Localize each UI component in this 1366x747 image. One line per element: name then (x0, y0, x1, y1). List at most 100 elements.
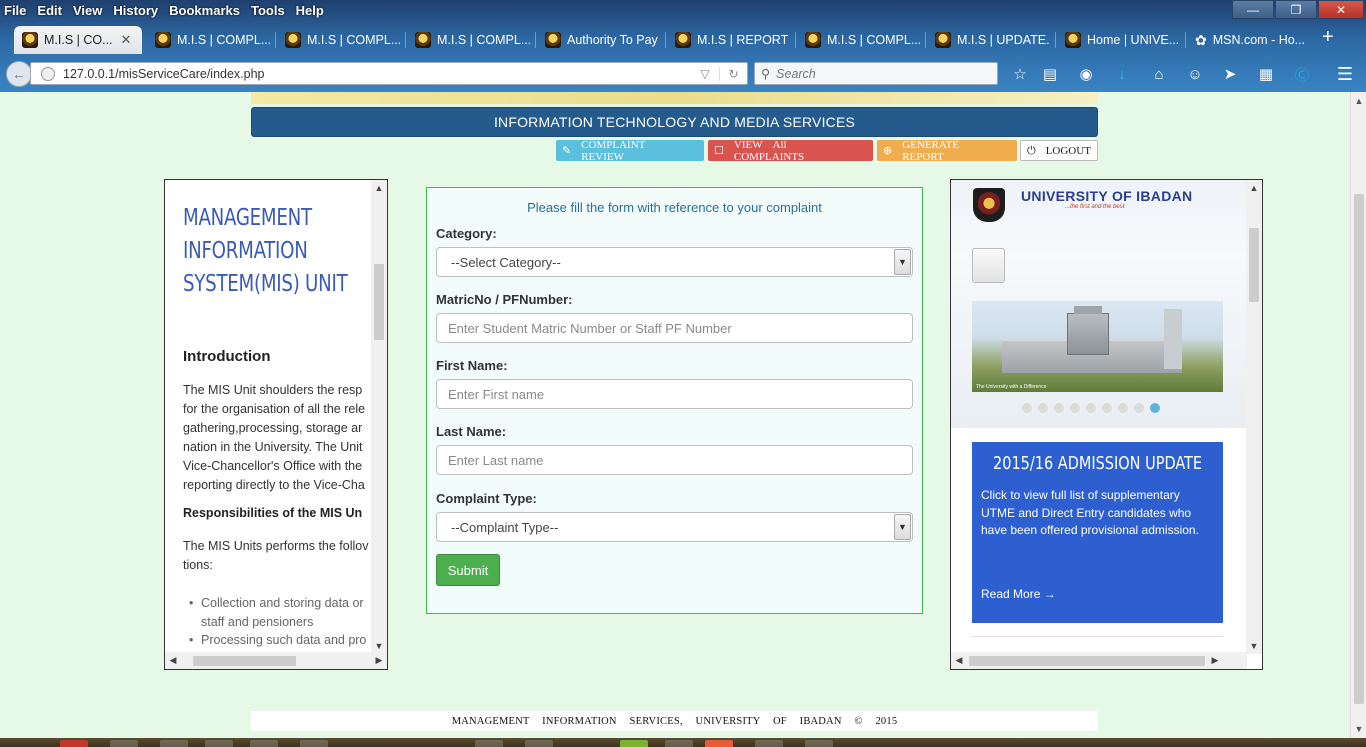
taskbar-app-icon[interactable] (475, 740, 503, 747)
tab-authority-to-pay[interactable]: Authority To Pay (545, 26, 660, 54)
windows-grid-icon[interactable]: ▦ (1255, 63, 1277, 85)
scroll-left-icon[interactable]: ◀ (165, 652, 181, 668)
tab-mis-update[interactable]: M.I.S | UPDATE... (935, 26, 1050, 54)
logout-button[interactable]: ⏻ LOGOUT (1020, 140, 1098, 161)
scroll-down-icon[interactable]: ▼ (1351, 724, 1366, 734)
last-name-input[interactable] (448, 452, 912, 468)
download-icon[interactable]: ↓ (1111, 63, 1133, 85)
home-icon[interactable]: ⌂ (1148, 63, 1170, 85)
minimize-icon[interactable]: — (1232, 0, 1274, 19)
university-news-panel[interactable]: UNIVERSITY OF IBADAN ...the first and th… (950, 179, 1263, 670)
scroll-up-icon[interactable]: ▲ (1246, 180, 1262, 196)
scroll-thumb[interactable] (1354, 194, 1364, 704)
history-dropdown-icon[interactable]: ▽ (691, 67, 719, 81)
tab-mis-complaint[interactable]: M.I.S | COMPL... (415, 26, 530, 54)
admission-update-card[interactable]: 2015/16 ADMISSION UPDATE Click to view f… (972, 442, 1223, 623)
menu-help[interactable]: Help (296, 3, 324, 18)
scroll-thumb[interactable] (193, 656, 296, 666)
scroll-down-icon[interactable]: ▼ (1246, 638, 1262, 654)
slide-dot[interactable] (1070, 403, 1080, 413)
slide-dot[interactable] (1134, 403, 1144, 413)
tab-msn[interactable]: ✿ MSN.com - Ho... (1195, 26, 1310, 54)
first-name-input[interactable] (448, 386, 912, 402)
send-icon[interactable]: ➤ (1219, 63, 1241, 85)
chevron-down-icon[interactable]: ▼ (894, 249, 911, 275)
matric-input[interactable] (448, 320, 912, 336)
reading-list-icon[interactable]: ▤ (1039, 63, 1061, 85)
menu-edit[interactable]: Edit (37, 3, 62, 18)
hamburger-menu-icon[interactable]: ☰ (1334, 63, 1356, 85)
taskbar-app-icon[interactable] (300, 740, 328, 747)
complaint-type-select[interactable]: --Complaint Type-- ▼ (436, 512, 913, 542)
read-more-link[interactable]: Read More → (981, 587, 1056, 601)
bookmark-star-icon[interactable]: ☆ (1009, 63, 1031, 85)
slide-dot[interactable] (1118, 403, 1128, 413)
skype-icon[interactable]: Ⓒ (1291, 63, 1313, 85)
window-close-icon[interactable]: ✕ (1318, 0, 1364, 19)
search-bar[interactable]: ⚲ (754, 62, 998, 85)
url-text[interactable]: 127.0.0.1/misServiceCare/index.php (63, 67, 691, 81)
menu-tools[interactable]: Tools (251, 3, 285, 18)
scroll-right-icon[interactable]: ▶ (371, 652, 387, 668)
category-select[interactable]: --Select Category-- ▼ (436, 247, 913, 277)
last-name-field-box[interactable] (436, 445, 913, 475)
slide-dot[interactable] (1038, 403, 1048, 413)
taskbar-app-icon[interactable] (620, 740, 648, 747)
horizontal-scrollbar[interactable]: ◀ ▶ (951, 652, 1247, 669)
url-bar[interactable]: 127.0.0.1/misServiceCare/index.php ▽ ↻ (30, 62, 748, 85)
generate-report-button[interactable]: ⊕ GENERATE REPORT (877, 139, 1017, 163)
tab-mis-report[interactable]: M.I.S | REPORT ... (675, 26, 790, 54)
horizontal-scrollbar[interactable]: ◀ ▶ (165, 652, 387, 669)
scroll-thumb[interactable] (969, 656, 1205, 666)
taskbar-app-icon[interactable] (205, 740, 233, 747)
smiley-icon[interactable]: ☺ (1184, 63, 1206, 85)
slide-dot[interactable] (1102, 403, 1112, 413)
taskbar-app-icon[interactable] (110, 740, 138, 747)
tab-mis-complaint[interactable]: M.I.S | COMPL... (285, 26, 400, 54)
mis-info-panel[interactable]: MANAGEMENT INFORMATION SYSTEM(MIS) UNIT … (164, 179, 388, 670)
menu-view[interactable]: View (73, 3, 102, 18)
taskbar-app-icon[interactable] (250, 740, 278, 747)
scroll-left-icon[interactable]: ◀ (951, 652, 967, 668)
search-input[interactable] (776, 66, 977, 81)
new-tab-icon[interactable]: + (1322, 26, 1334, 49)
vertical-scrollbar[interactable]: ▲ ▼ (371, 180, 387, 654)
tab-close-icon[interactable]: ✕ (121, 32, 132, 48)
taskbar-app-icon[interactable] (805, 740, 833, 747)
submit-button[interactable]: Submit (436, 554, 500, 586)
tab-mis-complaint[interactable]: M.I.S | COMPL... (805, 26, 920, 54)
page-vertical-scrollbar[interactable]: ▲ ▼ (1350, 92, 1366, 738)
slide-dot[interactable] (1086, 403, 1096, 413)
complaint-review-button[interactable]: ✎ COMPLAINT REVIEW (556, 139, 704, 163)
matric-field-box[interactable] (436, 313, 913, 343)
tab-mis-complaint-active[interactable]: M.I.S | CO... ✕ (14, 26, 142, 54)
reload-icon[interactable]: ↻ (719, 66, 747, 81)
restore-icon[interactable]: ❐ (1275, 0, 1317, 19)
vertical-scrollbar[interactable]: ▲ ▼ (1246, 180, 1262, 654)
scroll-up-icon[interactable]: ▲ (371, 180, 387, 196)
taskbar-app-icon[interactable] (755, 740, 783, 747)
menu-history[interactable]: History (113, 3, 158, 18)
scroll-right-icon[interactable]: ▶ (1207, 652, 1223, 668)
scroll-thumb[interactable] (374, 264, 384, 340)
view-all-complaints-button[interactable]: ☐ VIEW All COMPLAINTS (708, 139, 873, 163)
taskbar-app-icon[interactable] (665, 740, 693, 747)
taskbar-app-icon[interactable] (525, 740, 553, 747)
back-arrow-icon[interactable]: ← (6, 61, 32, 87)
chevron-down-icon[interactable]: ▼ (894, 514, 911, 540)
menu-file[interactable]: File (4, 3, 26, 18)
slide-dot[interactable] (1150, 403, 1160, 413)
first-name-field-box[interactable] (436, 379, 913, 409)
pocket-icon[interactable]: ◉ (1075, 63, 1097, 85)
scroll-thumb[interactable] (1249, 228, 1259, 302)
taskbar-app-icon[interactable] (705, 740, 733, 747)
slider-control-button[interactable] (972, 248, 1005, 283)
taskbar-app-icon[interactable] (60, 740, 88, 747)
scroll-up-icon[interactable]: ▲ (1351, 96, 1366, 106)
tab-home-university[interactable]: Home | UNIVE... (1065, 26, 1180, 54)
tab-mis-complaint[interactable]: M.I.S | COMPL... (155, 26, 270, 54)
taskbar-app-icon[interactable] (160, 740, 188, 747)
slide-dot[interactable] (1054, 403, 1064, 413)
slide-dot[interactable] (1022, 403, 1032, 413)
menu-bookmarks[interactable]: Bookmarks (169, 3, 240, 18)
